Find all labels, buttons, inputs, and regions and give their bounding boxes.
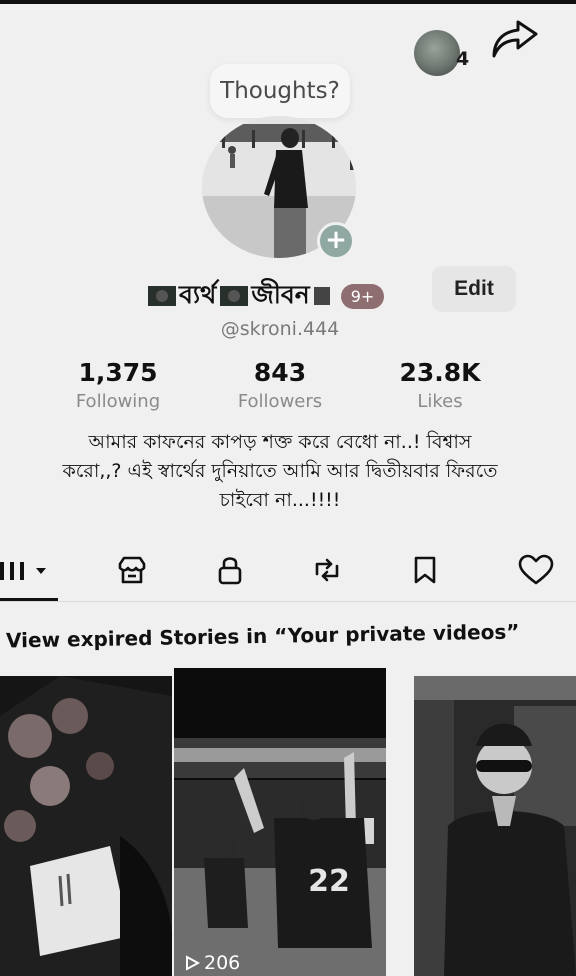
- view-count: 206: [184, 952, 240, 974]
- bio-line: আমার কাফনের কাপড় শক্ত করে বেধো না..! বি…: [88, 431, 472, 453]
- video-thumbnail[interactable]: [414, 676, 576, 976]
- bio-line: চাইবো না...!!!!: [219, 489, 341, 511]
- lock-icon[interactable]: [212, 552, 248, 588]
- name-part-2: জীবন: [251, 279, 310, 309]
- plus-icon: +: [325, 225, 347, 255]
- following-label: Following: [75, 391, 161, 412]
- video-thumbnail[interactable]: [0, 676, 172, 976]
- play-icon: [186, 955, 200, 971]
- followers-label: Followers: [237, 391, 323, 412]
- banner-text: FIFA: [300, 816, 358, 844]
- likes-label: Likes: [417, 391, 463, 412]
- likes-count: 23.8K: [399, 358, 481, 387]
- bangladesh-flag-icon: [220, 286, 249, 306]
- followers-count: 843: [253, 358, 307, 387]
- edit-profile-button[interactable]: Edit: [432, 266, 516, 312]
- shop-icon[interactable]: [114, 552, 150, 588]
- likes-stat[interactable]: 23.8K Likes: [370, 358, 510, 412]
- followers-stat[interactable]: 843 Followers: [210, 358, 350, 412]
- bio-line: করো,,? এই স্বার্থের দুনিয়াতে আমি আর দ্ব…: [62, 460, 498, 482]
- story-count: 4: [456, 48, 470, 70]
- bio: আমার কাফনের কাপড় শক্ত করে বেধো না..! বি…: [0, 428, 560, 515]
- username: @skroni.444: [220, 318, 340, 340]
- heart-icon[interactable]: [516, 552, 556, 588]
- thoughts-bubble[interactable]: Thoughts?: [210, 64, 350, 118]
- repost-icon[interactable]: [309, 552, 345, 588]
- following-stat[interactable]: 1,375 Following: [48, 358, 188, 412]
- jersey-number: 22: [308, 864, 350, 899]
- following-count: 1,375: [78, 358, 158, 387]
- divider: [0, 601, 576, 602]
- profile-tabs: [0, 548, 576, 592]
- bookmark-icon[interactable]: [407, 552, 443, 588]
- video-thumbnail[interactable]: FIFA 22 206: [174, 668, 386, 976]
- videos-grid-icon[interactable]: [0, 552, 56, 588]
- flag-icon: [313, 287, 330, 305]
- notification-badge[interactable]: 9+: [340, 283, 385, 309]
- story-avatar[interactable]: [414, 30, 460, 76]
- view-count-text: 206: [204, 952, 241, 974]
- name-part-1: ব্যর্থ: [179, 279, 217, 309]
- display-name: ব্যর্থ জীবন 9+: [148, 280, 385, 312]
- bangladesh-flag-icon: [148, 286, 176, 306]
- profile-screen: 4 Thoughts? + ব্যর্থ জীবন 9+ Edit @skron…: [0, 4, 576, 976]
- share-icon[interactable]: [488, 16, 540, 62]
- expired-stories-notice[interactable]: View expired Stories in “Your private vi…: [6, 620, 520, 653]
- add-story-button[interactable]: +: [317, 222, 355, 260]
